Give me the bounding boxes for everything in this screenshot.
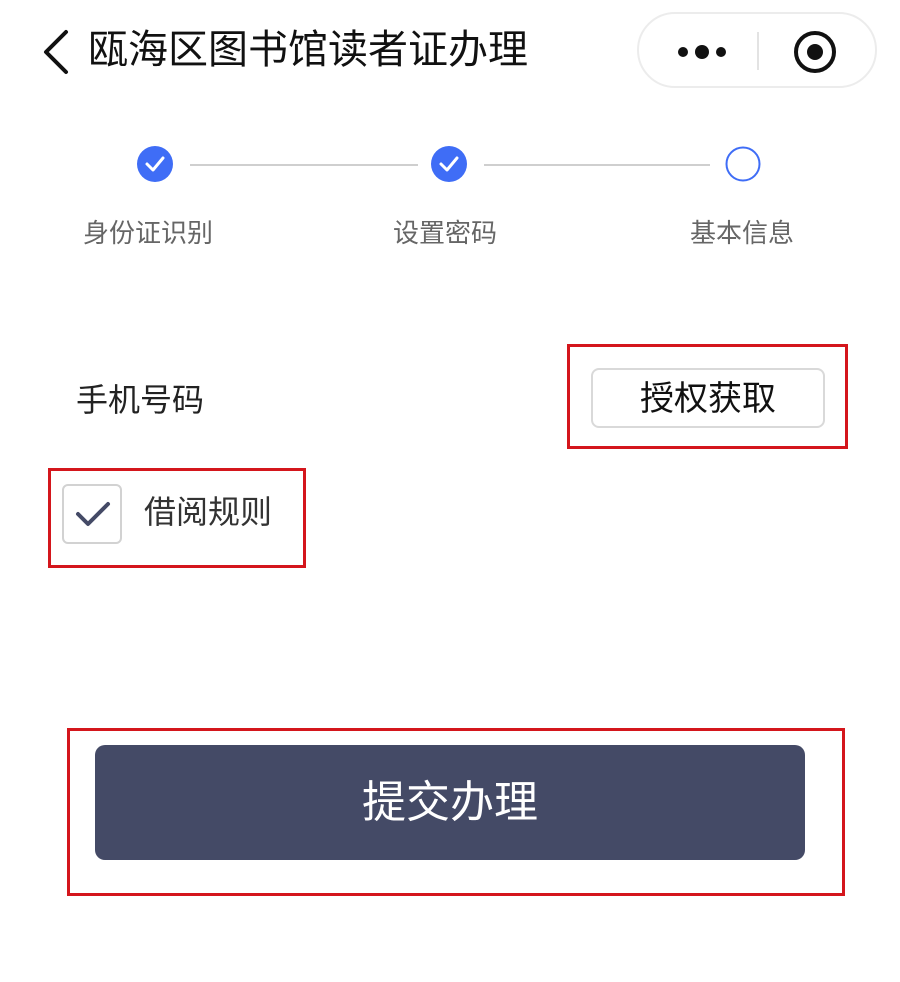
- submit-button[interactable]: 提交办理: [95, 745, 805, 860]
- step-label-set-password: 设置密码: [392, 219, 497, 249]
- step-check-icon: [431, 146, 467, 182]
- page-title: 瓯海区图书馆读者证办理: [88, 27, 528, 73]
- authorize-phone-button[interactable]: 授权获取: [591, 368, 825, 428]
- step-label-id-recognition: 身份证识别: [82, 219, 213, 249]
- step-connector-1: [190, 164, 418, 166]
- target-circle-icon[interactable]: [791, 28, 839, 76]
- borrow-rules-link[interactable]: 借阅规则: [144, 488, 272, 536]
- step-check-icon: [137, 146, 173, 182]
- step-label-basic-info: 基本信息: [689, 219, 794, 249]
- step-connector-2: [484, 164, 710, 166]
- mini-program-capsule: [637, 12, 877, 88]
- phone-number-label: 手机号码: [76, 381, 205, 419]
- more-dots-icon[interactable]: [669, 32, 749, 72]
- chevron-left-icon[interactable]: [38, 28, 78, 76]
- capsule-divider: [757, 32, 759, 70]
- step-pending-circle-icon: [725, 146, 761, 182]
- checkmark-icon: [76, 502, 110, 526]
- borrow-rules-checkbox[interactable]: [62, 484, 122, 544]
